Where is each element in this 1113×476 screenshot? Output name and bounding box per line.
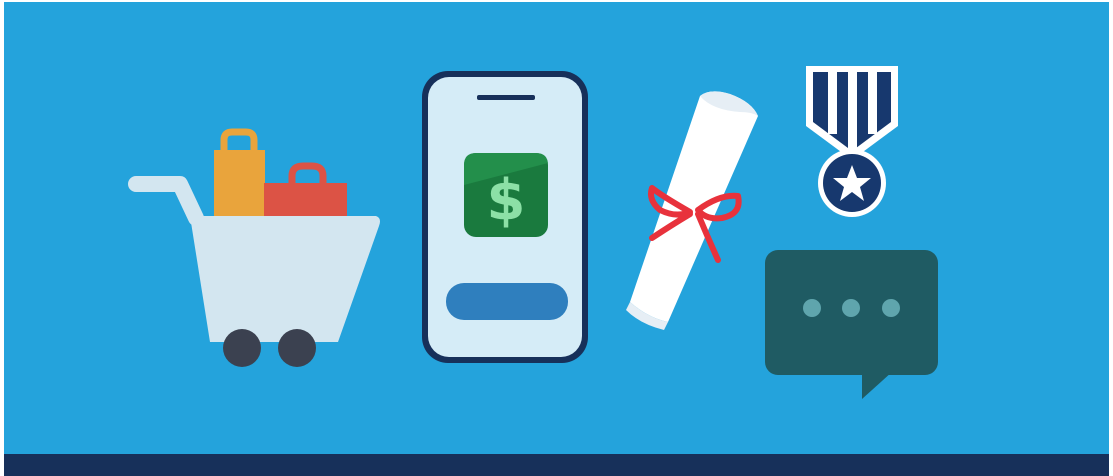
- medal-icon: [806, 66, 898, 217]
- dollar-glyph: $: [487, 168, 526, 233]
- illustration-frame: $: [0, 0, 1113, 476]
- shopping-bag-icon: [264, 162, 347, 220]
- smartphone-icon: $: [422, 71, 588, 363]
- shopping-cart-icon: [128, 128, 380, 367]
- speaker-slot: [477, 95, 535, 100]
- illustration-canvas: $: [128, 66, 938, 399]
- diploma-scroll-icon: [626, 91, 758, 330]
- shopping-bag-icon: [214, 128, 265, 220]
- chat-bubble-icon: [765, 250, 938, 399]
- dollar-icon: $: [464, 153, 548, 237]
- phone-action-button: [446, 283, 568, 320]
